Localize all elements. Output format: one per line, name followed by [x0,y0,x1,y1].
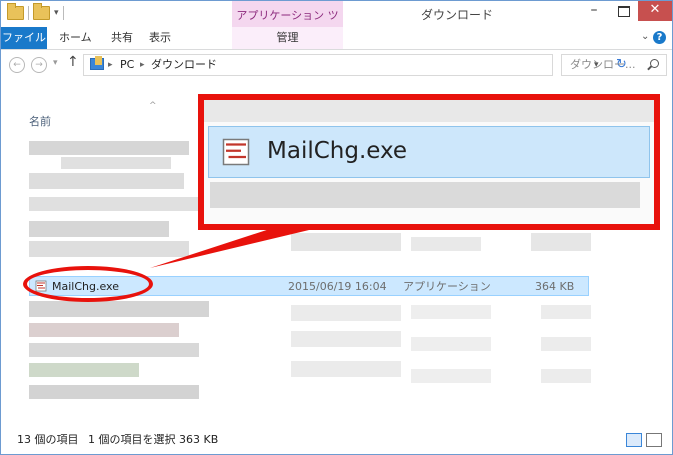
callout-file-name: MailChg.exe [267,138,408,164]
callout-blurred-row [210,182,640,208]
application-icon [222,138,250,166]
highlight-circle [23,266,153,302]
callout-blurred-header [204,100,654,122]
callout-file-row: MailChg.exe [208,126,650,178]
zoom-callout: MailChg.exe [198,94,660,230]
